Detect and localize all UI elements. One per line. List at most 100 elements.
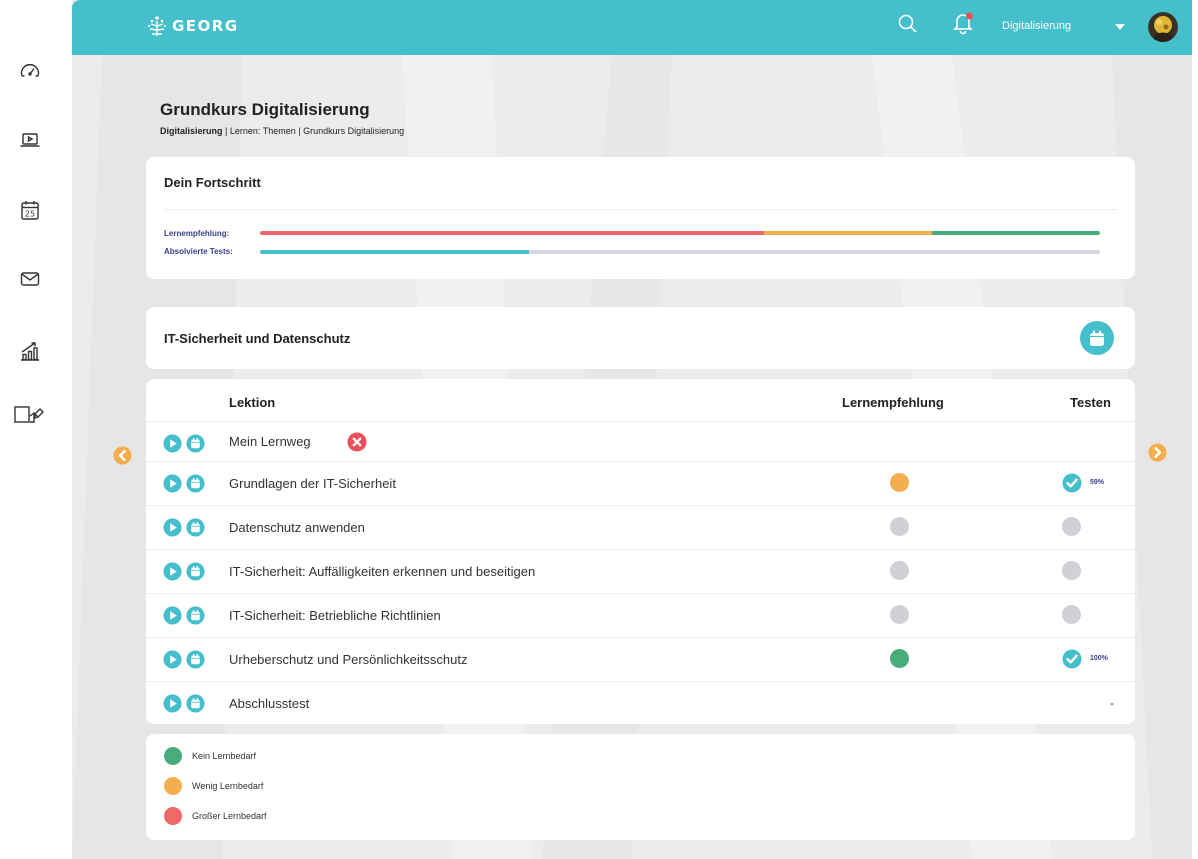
breadcrumb-current: Grundkurs Digitalisierung [303,126,405,136]
calendar-icon[interactable] [186,518,205,537]
chart-growth-icon[interactable] [16,337,44,365]
breadcrumb-digitalisierung[interactable]: Digitalisierung [160,126,223,136]
calendar-icon[interactable] [186,434,205,453]
table-row: Abschlusstest - [146,681,1135,725]
row-actions [163,434,205,453]
table-row: IT-Sicherheit: Auffälligkeiten erkennen … [146,549,1135,593]
play-icon[interactable] [163,474,182,493]
main-content: GEORG Digitalisierung Grundkurs Digitali… [72,0,1192,859]
search-icon[interactable] [896,12,920,36]
recommendation-status-dot [890,517,909,536]
row-actions [163,650,205,669]
breadcrumb-separator: | [295,126,304,136]
calendar-button[interactable] [1080,321,1114,355]
user-menu-label[interactable]: Digitalisierung [1002,20,1071,32]
test-passed-check-icon[interactable] [1062,649,1082,669]
calendar-icon[interactable]: 25 [16,196,44,224]
progress-segment [260,231,764,235]
play-icon[interactable] [163,518,182,537]
legend-item: Wenig Lernbedarf [164,777,263,795]
lesson-title[interactable]: Abschlusstest [229,696,309,711]
calendar-icon [1090,330,1104,346]
recommendation-status-dot [890,473,909,492]
calendar-icon[interactable] [186,562,205,581]
topic-title: IT-Sicherheit und Datenschutz [164,331,351,346]
test-passed-check-icon[interactable] [1062,473,1082,493]
lesson-title[interactable]: Datenschutz anwenden [229,520,365,535]
test-status-dot [1062,517,1081,536]
sidebar: 25 [0,0,72,859]
test-score: 59% [1090,479,1105,486]
speedometer-icon[interactable] [16,58,44,86]
recommendation-label: Lernempfehlung: [164,229,230,238]
table-row: Urheberschutz und Persönlichkeitsschutz 1… [146,637,1135,681]
avatar[interactable] [1148,12,1178,42]
breadcrumb: Digitalisierung | Lernen: Themen | Grund… [160,126,404,136]
test-status-dot [1062,605,1081,624]
legend-color-dot [164,747,182,765]
test-score: 100% [1090,655,1108,662]
lesson-title[interactable]: IT-Sicherheit: Betriebliche Richtlinien [229,608,441,623]
progress-card: Dein Fortschritt Lernempfehlung: Absolvi… [146,157,1135,279]
play-icon[interactable] [163,562,182,581]
calendar-icon[interactable] [186,650,205,669]
calendar-icon[interactable] [186,694,205,713]
topic-card: IT-Sicherheit und Datenschutz [146,307,1135,369]
row-actions [163,694,205,713]
legend-item: Großer Lernbedarf [164,807,267,825]
bell-icon[interactable] [950,10,976,36]
play-icon[interactable] [163,694,182,713]
table-row: Grundlagen der IT-Sicherheit 59% [146,461,1135,505]
laptop-play-icon[interactable] [16,126,44,154]
breadcrumb-separator: | [222,126,230,136]
lesson-title[interactable]: Urheberschutz und Persönlichkeitsschutz [229,652,467,667]
table-row: IT-Sicherheit: Betriebliche Richtlinien [146,593,1135,637]
recommendation-status-dot [890,605,909,624]
calendar-icon[interactable] [186,606,205,625]
lessons-table: Lektion Lernempfehlung Testen Mein Lernw… [146,379,1135,724]
legend-card: Kein Lernbedarf Wenig Lernbedarf Großer Le… [146,734,1135,840]
row-actions [163,518,205,537]
logo-text: GEORG [172,17,239,35]
tests-label: Absolvierte Tests: [164,247,233,256]
legend-label: Großer Lernbedarf [192,811,267,821]
row-actions [163,474,205,493]
top-bar: GEORG Digitalisierung [72,0,1192,55]
play-icon[interactable] [163,650,182,669]
progress-segment [932,231,1100,235]
next-arrow-icon[interactable] [1148,443,1167,462]
logo[interactable]: GEORG [146,14,239,38]
devices-icon[interactable] [10,400,50,428]
tests-progress-bar [260,250,1100,254]
recommendation-status-dot [890,561,909,580]
table-row: Mein Lernweg [146,421,1135,461]
column-header-lesson: Lektion [229,395,276,410]
table-row: Datenschutz anwenden [146,505,1135,549]
progress-title: Dein Fortschritt [164,175,261,190]
previous-arrow-icon[interactable] [113,446,132,465]
legend-item: Kein Lernbedarf [164,747,256,765]
calendar-icon[interactable] [186,474,205,493]
divider [164,209,1117,210]
legend-label: Wenig Lernbedarf [192,781,264,791]
play-icon[interactable] [163,434,182,453]
test-status-dot [1062,561,1081,580]
remove-icon[interactable] [347,432,367,452]
row-actions [163,606,205,625]
row-actions [163,562,205,581]
chevron-down-icon[interactable] [1114,22,1126,32]
notification-badge [966,12,973,20]
mail-icon[interactable] [16,265,44,293]
lesson-title[interactable]: Mein Lernweg [229,434,311,449]
page-title: Grundkurs Digitalisierung [160,100,370,119]
column-header-recommendation: Lernempfehlung [842,395,944,410]
legend-label: Kein Lernbedarf [192,751,257,761]
breadcrumb-lernen-themen[interactable]: Lernen: Themen [230,126,296,136]
legend-color-dot [164,807,182,825]
lesson-title[interactable]: Grundlagen der IT-Sicherheit [229,476,396,491]
lesson-title[interactable]: IT-Sicherheit: Auffälligkeiten erkennen … [229,564,535,579]
play-icon[interactable] [163,606,182,625]
legend-color-dot [164,777,182,795]
recommendation-status-dot [890,649,909,668]
svg-text:25: 25 [25,210,35,219]
